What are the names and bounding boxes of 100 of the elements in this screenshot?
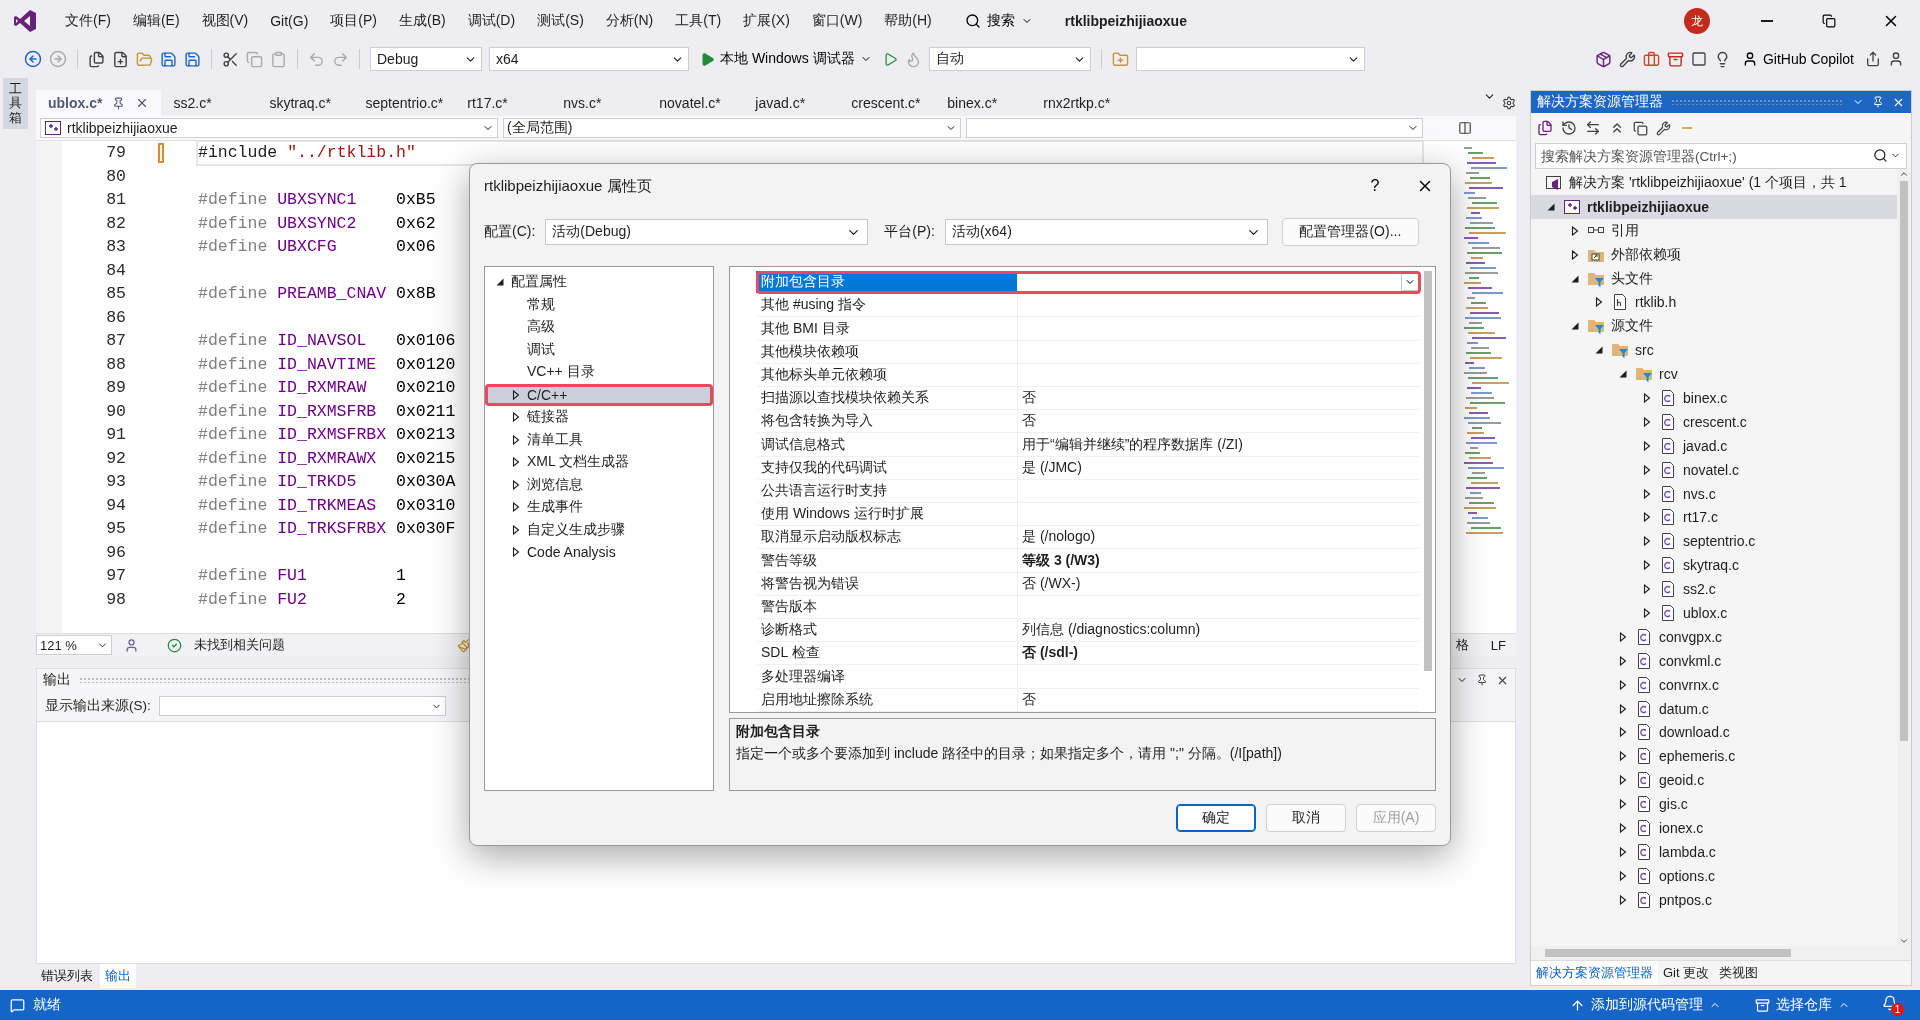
tree-item[interactable]: convkml.c bbox=[1531, 648, 1897, 673]
expander-icon[interactable] bbox=[1570, 225, 1580, 236]
tree-item[interactable]: ephemeris.c bbox=[1531, 744, 1897, 769]
toolbox-icon[interactable] bbox=[1666, 50, 1684, 68]
document-tab[interactable]: novatel.c* bbox=[647, 90, 744, 116]
property-row[interactable]: 取消显示启动版权标志 是 (/nologo) bbox=[756, 526, 1421, 550]
property-row[interactable]: 警告版本 bbox=[756, 595, 1421, 620]
property-row[interactable]: SDL 检查 否 (/sdl-) bbox=[756, 642, 1421, 666]
category-item[interactable]: 高级 bbox=[485, 316, 713, 339]
tree-item[interactable]: options.c bbox=[1531, 863, 1897, 888]
add-item-icon[interactable] bbox=[88, 50, 105, 68]
tree-item[interactable]: 引用 bbox=[1531, 218, 1897, 243]
history-icon[interactable] bbox=[1561, 120, 1577, 136]
menu-item[interactable]: 调试(D) bbox=[458, 8, 525, 34]
property-row[interactable]: 公共语言运行时支持 bbox=[756, 479, 1421, 504]
tree-item[interactable]: septentrio.c bbox=[1531, 529, 1897, 554]
tree-item[interactable]: gis.c bbox=[1531, 792, 1897, 817]
document-tab[interactable]: rnx2rtkp.c* bbox=[1031, 90, 1128, 116]
document-tab[interactable]: rt17.c* bbox=[455, 90, 552, 116]
expander-icon[interactable] bbox=[1618, 846, 1628, 857]
tree-item[interactable]: 源文件 bbox=[1531, 314, 1897, 339]
property-row[interactable]: 将警告视为错误 否 (/WX-) bbox=[756, 572, 1421, 596]
startup-dropdown[interactable] bbox=[1135, 47, 1365, 71]
expander-icon[interactable] bbox=[1642, 440, 1652, 451]
expander-icon[interactable] bbox=[1570, 249, 1580, 260]
share-icon[interactable] bbox=[1865, 51, 1881, 67]
panel-tab[interactable]: Git 更改 bbox=[1658, 961, 1715, 985]
pin-icon[interactable] bbox=[1872, 96, 1884, 108]
property-row[interactable]: 调试信息格式 用于“编辑并继续”的程序数据库 (/ZI) bbox=[756, 433, 1421, 457]
menu-item[interactable]: 编辑(E) bbox=[123, 8, 189, 34]
search-button[interactable]: 搜索 bbox=[958, 8, 1039, 34]
switch-views-icon[interactable] bbox=[1537, 120, 1553, 136]
scrollbar-thumb[interactable] bbox=[1424, 271, 1432, 671]
category-item[interactable]: 链接器 bbox=[485, 406, 713, 429]
category-item[interactable]: 生成事件 bbox=[485, 496, 713, 519]
menu-item[interactable]: 生成(B) bbox=[390, 8, 455, 34]
menu-item[interactable]: 测试(S) bbox=[528, 8, 593, 34]
category-item[interactable]: 自定义生成步骤 bbox=[485, 518, 713, 541]
expander-icon[interactable] bbox=[1642, 416, 1652, 427]
help-button[interactable]: ? bbox=[1350, 168, 1400, 204]
expander-icon[interactable] bbox=[511, 434, 521, 445]
tree-item[interactable]: binex.c bbox=[1531, 386, 1897, 410]
tree-item[interactable]: rcv bbox=[1531, 362, 1897, 386]
tree-item[interactable]: convgpx.c bbox=[1531, 624, 1897, 649]
menu-item[interactable]: 帮助(H) bbox=[875, 8, 941, 34]
expander-icon[interactable] bbox=[1618, 703, 1628, 714]
configuration-dropdown[interactable]: Debug bbox=[370, 47, 482, 71]
document-tab[interactable]: ss2.c* bbox=[161, 90, 258, 116]
tree-item[interactable]: nvs.c bbox=[1531, 481, 1897, 506]
menu-item[interactable]: 扩展(X) bbox=[734, 8, 799, 34]
pin-icon[interactable] bbox=[1476, 674, 1488, 686]
category-item[interactable]: 配置属性 bbox=[485, 271, 713, 294]
tree-item[interactable]: rtklibpeizhijiaoxue bbox=[1531, 194, 1897, 219]
configuration-manager-button[interactable]: 配置管理器(O)... bbox=[1281, 218, 1419, 246]
cut-icon[interactable] bbox=[222, 50, 239, 68]
property-row[interactable]: 其他模块依赖项 bbox=[756, 340, 1421, 364]
tree-item[interactable]: 解决方案 'rtklibpeizhijiaoxue' (1 个项目，共 1 bbox=[1531, 171, 1897, 195]
property-row[interactable]: 使用 Windows 运行时扩展 bbox=[756, 503, 1421, 527]
toolbox-tab[interactable]: 工具箱 bbox=[2, 78, 28, 129]
expander-icon[interactable] bbox=[1618, 799, 1628, 810]
expander-icon[interactable] bbox=[511, 457, 521, 468]
category-item[interactable]: 常规 bbox=[485, 293, 713, 316]
panel-tab[interactable]: 类视图 bbox=[1714, 961, 1764, 985]
expander-icon[interactable] bbox=[511, 524, 521, 535]
expander-icon[interactable] bbox=[511, 502, 521, 513]
document-tab[interactable]: crescent.c* bbox=[839, 90, 936, 116]
menu-item[interactable]: 工具(T) bbox=[666, 8, 731, 34]
expander-icon[interactable] bbox=[495, 277, 505, 288]
document-tab[interactable]: skytraq.c* bbox=[257, 90, 354, 116]
user-avatar[interactable]: 龙 bbox=[1684, 8, 1710, 34]
tree-item[interactable]: src bbox=[1531, 338, 1897, 363]
expander-icon[interactable] bbox=[511, 389, 521, 400]
category-item[interactable]: 清单工具 bbox=[485, 428, 713, 451]
document-tab[interactable]: nvs.c* bbox=[551, 90, 648, 116]
expander-icon[interactable] bbox=[1618, 631, 1628, 642]
document-tab[interactable]: javad.c* bbox=[743, 90, 840, 116]
tree-item[interactable]: pntpos.c bbox=[1531, 887, 1897, 912]
category-item[interactable]: VC++ 目录 bbox=[485, 361, 713, 384]
expander-icon[interactable] bbox=[1618, 894, 1628, 905]
property-row[interactable]: 其他标头单元依赖项 bbox=[756, 363, 1421, 387]
expander-icon[interactable] bbox=[511, 412, 521, 423]
menu-item[interactable]: 文件(F) bbox=[56, 8, 120, 34]
target-dropdown[interactable]: 自动 bbox=[928, 47, 1091, 71]
tree-item[interactable]: 头文件 bbox=[1531, 266, 1897, 291]
category-item[interactable]: 调试 bbox=[485, 338, 713, 361]
expander-icon[interactable] bbox=[1642, 584, 1652, 595]
wrench-icon[interactable] bbox=[1656, 120, 1671, 136]
editor-status-text[interactable]: LF bbox=[1490, 637, 1506, 653]
expander-icon[interactable] bbox=[1642, 512, 1652, 523]
tree-item[interactable]: 外部依赖项 bbox=[1531, 242, 1897, 267]
source-control-button[interactable]: 添加到源代码管理 bbox=[1564, 995, 1727, 1015]
tree-item[interactable]: convrnx.c bbox=[1531, 672, 1897, 697]
property-row[interactable]: 扫描源以查找模块依赖关系 否 bbox=[756, 387, 1421, 411]
expander-icon[interactable] bbox=[1618, 870, 1628, 881]
search-field[interactable]: 搜索解决方案资源管理器(Ctrl+;) bbox=[1535, 143, 1907, 169]
property-row[interactable]: 诊断格式 列信息 (/diagnostics:column) bbox=[756, 619, 1421, 643]
issues-status[interactable]: 未找到相关问题 bbox=[194, 636, 285, 654]
expander-icon[interactable] bbox=[1642, 607, 1652, 618]
menu-item[interactable]: 视图(V) bbox=[192, 8, 258, 34]
start-debug-button[interactable]: 本地 Windows 调试器 bbox=[696, 48, 876, 70]
